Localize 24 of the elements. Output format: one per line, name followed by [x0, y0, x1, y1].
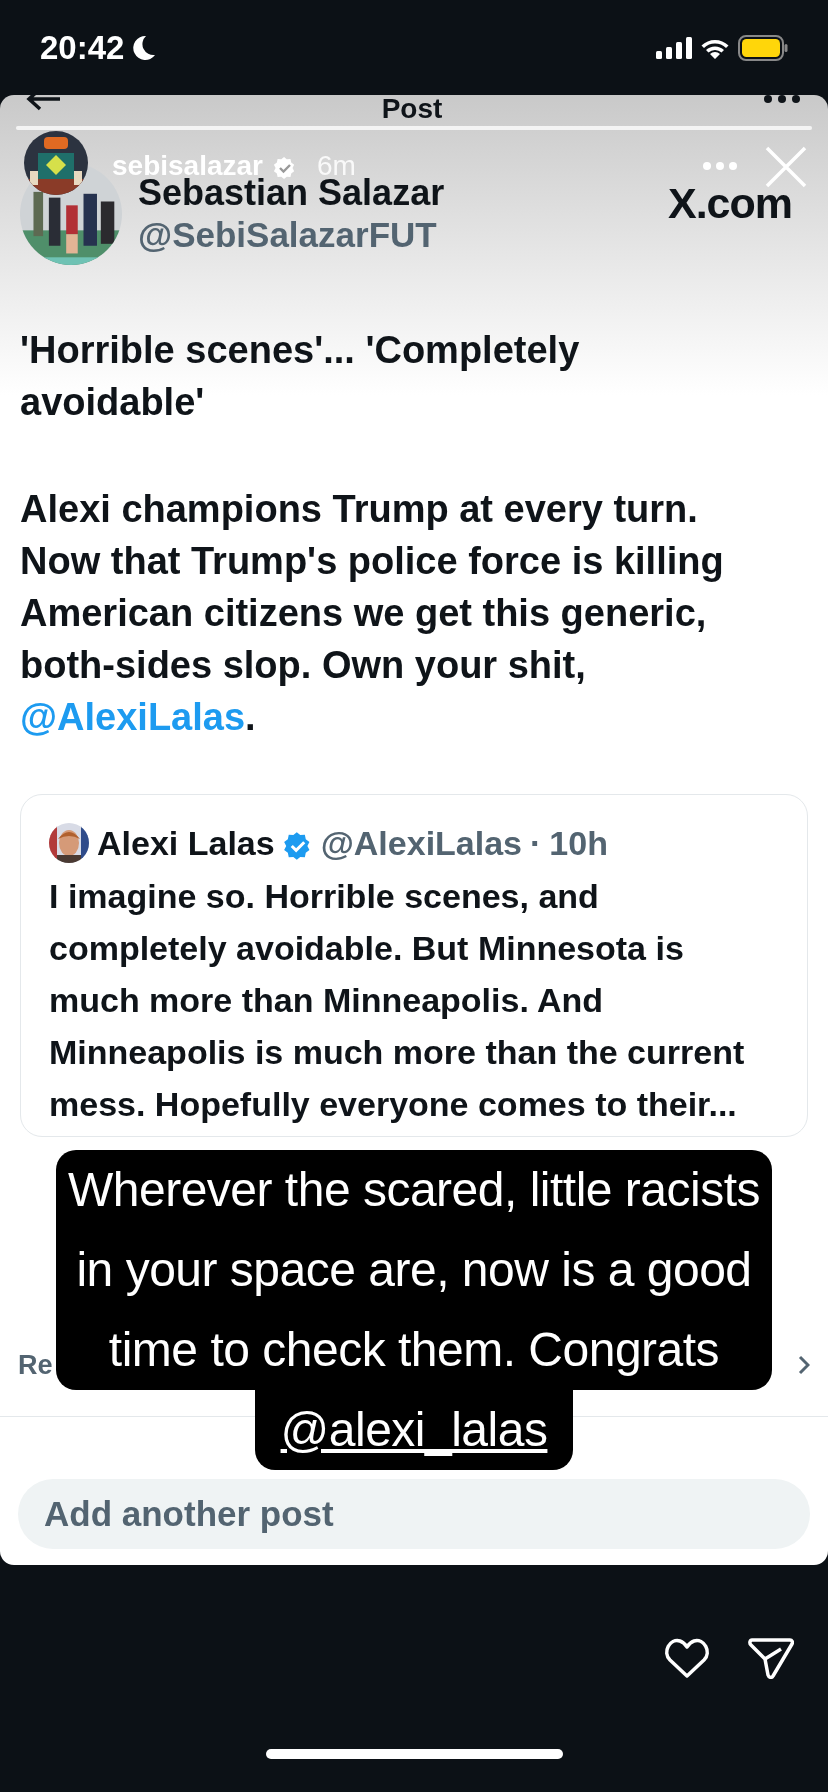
- post-text: Alexi champions Trump at every turn. Now that Trump's police force is killing American citizens we get this generic, both-sides slop. Own your shit, @AlexiLalas.: [19, 487, 725, 740]
- mention-link[interactable]: @AlexiLalas: [20, 696, 246, 738]
- quoted-post-text: I imagine so. Horrible scenes, and completely avoidable. But Minnesota is much more than Minneapolis. And Minneapolis is much more than the current mess. Hopefully everyone comes to their...: [49, 876, 746, 1125]
- author-handle: @SebiSalazarFUT: [138, 214, 438, 256]
- quoted-author-name: Alexi Lalas: [97, 823, 275, 863]
- mention-link[interactable]: @alexi_lalas: [254, 1390, 574, 1470]
- heart-icon[interactable]: [664, 1637, 710, 1679]
- separator-dot: ·: [530, 823, 542, 863]
- post-time: 10h: [549, 823, 608, 863]
- send-icon[interactable]: [748, 1637, 794, 1679]
- quoted-author-handle: @AlexiLalas: [320, 823, 523, 863]
- author-name: Sebastian Salazar: [138, 172, 445, 214]
- site-logo: X.com: [667, 178, 792, 229]
- story-caption: Wherever the scared, little racists in your space are, now is a good time to check them. Congrats: [56, 1150, 772, 1390]
- post-text: 'Horrible scenes'... 'Completely avoidable': [19, 328, 581, 425]
- battery-icon: [738, 34, 788, 61]
- quoted-post-card[interactable]: [20, 794, 808, 1137]
- moon-icon: [132, 34, 157, 61]
- replies-label: Re: [18, 1348, 53, 1382]
- chevron-right-icon[interactable]: [798, 1355, 810, 1375]
- compose-field[interactable]: Add another post: [18, 1479, 810, 1549]
- clock-time: 20:42: [40, 27, 125, 68]
- page-title: Post: [381, 95, 443, 123]
- signal-icon: [656, 36, 692, 59]
